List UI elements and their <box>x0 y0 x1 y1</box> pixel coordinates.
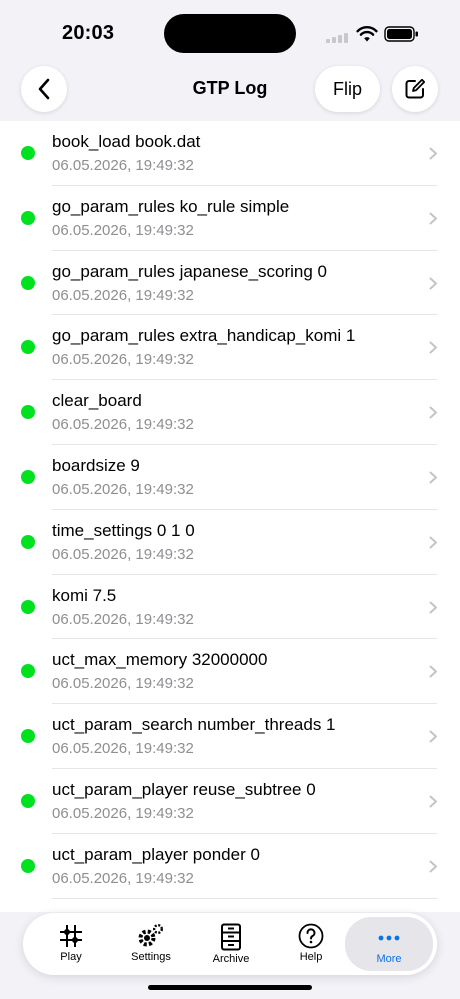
log-row[interactable]: time_settings 0 1 0 06.05.2026, 19:49:32 <box>0 510 460 575</box>
log-command: time_settings 0 1 0 <box>52 520 195 540</box>
log-timestamp: 06.05.2026, 19:49:32 <box>52 804 194 822</box>
log-command: uct_param_player ponder 0 <box>52 844 260 864</box>
back-button[interactable] <box>21 66 67 112</box>
log-row[interactable]: go_param_rules japanese_scoring 0 06.05.… <box>0 251 460 316</box>
tab-play[interactable]: Play <box>31 913 111 975</box>
chevron-right-icon <box>429 665 437 678</box>
log-timestamp: 06.05.2026, 19:49:32 <box>52 610 194 628</box>
ellipsis-icon <box>378 935 400 941</box>
flip-button[interactable]: Flip <box>315 66 380 112</box>
gtp-log-list: book_load book.dat 06.05.2026, 19:49:32 … <box>0 121 460 912</box>
status-dot <box>21 664 35 679</box>
tab-label: Settings <box>131 951 171 963</box>
status-dot <box>21 405 35 420</box>
log-command: uct_param_search number_threads 1 <box>52 715 336 735</box>
page-title: GTP Log <box>192 78 268 98</box>
chevron-right-icon <box>429 147 437 160</box>
status-dot <box>21 210 35 225</box>
chevron-right-icon <box>429 730 437 743</box>
compose-button[interactable] <box>392 66 438 112</box>
log-command: book_load book.dat <box>52 132 201 151</box>
log-timestamp: 06.05.2026, 19:49:32 <box>52 286 194 304</box>
log-row[interactable]: komi 7.5 06.05.2026, 19:49:32 <box>0 575 460 640</box>
log-row[interactable]: boardsize 9 06.05.2026, 19:49:32 <box>0 445 460 510</box>
chevron-left-icon <box>38 78 50 100</box>
status-dot <box>21 599 35 614</box>
chevron-right-icon <box>429 536 437 549</box>
log-command: boardsize 9 <box>52 455 140 475</box>
status-dot <box>21 858 35 873</box>
log-row[interactable]: uct_param_search number_threads 1 06.05.… <box>0 704 460 769</box>
chevron-right-icon <box>429 860 437 873</box>
status-dot <box>21 275 35 290</box>
status-dot <box>21 469 35 484</box>
log-row[interactable]: uct_max_memory 32000000 06.05.2026, 19:4… <box>0 639 460 705</box>
chevron-right-icon <box>429 212 437 225</box>
archive-cabinet-icon <box>221 923 241 951</box>
chevron-right-icon <box>429 601 437 614</box>
log-row[interactable]: book_load book.dat 06.05.2026, 19:49:32 <box>0 121 460 186</box>
tab-label: Play <box>60 951 82 963</box>
tab-help[interactable]: Help <box>271 913 351 975</box>
tab-more[interactable]: More <box>345 917 433 971</box>
log-command: go_param_rules ko_rule simple <box>52 196 290 216</box>
status-time: 20:03 <box>62 22 115 44</box>
tab-bar: Play Settings Archive Help More <box>23 913 437 975</box>
log-timestamp: 06.05.2026, 19:49:32 <box>52 675 194 693</box>
tab-settings[interactable]: Settings <box>111 913 191 975</box>
log-timestamp: 06.05.2026, 19:49:32 <box>52 351 194 369</box>
tab-label: Help <box>299 951 323 963</box>
status-dot <box>21 793 35 808</box>
chevron-right-icon <box>429 795 437 808</box>
tab-label: Archive <box>212 953 250 965</box>
navigation-bar: GTP Log Flip <box>0 62 460 120</box>
chevron-right-icon <box>429 277 437 290</box>
log-row[interactable]: uct_param_player ponder 0 06.05.2026, 19… <box>0 834 460 899</box>
log-timestamp: 06.05.2026, 19:49:32 <box>52 157 194 174</box>
compose-icon <box>405 78 426 99</box>
chevron-right-icon <box>429 406 437 419</box>
wifi-icon <box>356 26 378 42</box>
chevron-right-icon <box>429 471 437 484</box>
status-dot <box>21 534 35 549</box>
log-command: go_param_rules extra_handicap_komi 1 <box>52 326 356 346</box>
tab-label: More <box>376 953 402 965</box>
status-dot <box>21 340 35 355</box>
log-command: clear_board <box>52 391 142 411</box>
log-timestamp: 06.05.2026, 19:49:32 <box>52 869 194 887</box>
battery-icon <box>384 26 418 42</box>
log-row[interactable]: uct_param_player reuse_subtree 0 06.05.2… <box>0 769 460 834</box>
cellular-signal-icon <box>326 31 352 43</box>
log-command: komi 7.5 <box>52 585 117 605</box>
log-timestamp: 06.05.2026, 19:49:32 <box>52 480 194 498</box>
dynamic-island <box>164 14 296 53</box>
log-row[interactable]: go_param_rules extra_handicap_komi 1 06.… <box>0 315 460 381</box>
log-command: uct_param_player reuse_subtree 0 <box>52 779 316 799</box>
log-row[interactable]: go_param_rules ko_rule simple 06.05.2026… <box>0 186 460 251</box>
log-timestamp: 06.05.2026, 19:49:32 <box>52 545 194 563</box>
log-timestamp: 06.05.2026, 19:49:32 <box>52 740 194 758</box>
status-bar: 20:03 <box>0 0 460 62</box>
question-circle-icon <box>298 923 324 949</box>
home-indicator <box>148 985 312 990</box>
play-grid-icon <box>60 925 82 947</box>
chevron-right-icon <box>429 341 437 354</box>
log-command: uct_max_memory 32000000 <box>52 650 268 670</box>
log-command: go_param_rules japanese_scoring 0 <box>52 261 328 281</box>
gears-icon <box>138 924 164 947</box>
log-row[interactable]: clear_board 06.05.2026, 19:49:32 <box>0 380 460 445</box>
log-timestamp: 06.05.2026, 19:49:32 <box>52 416 194 434</box>
status-dot <box>21 729 35 744</box>
tab-archive[interactable]: Archive <box>191 913 271 975</box>
status-dot <box>21 146 35 160</box>
log-timestamp: 06.05.2026, 19:49:32 <box>52 221 194 239</box>
